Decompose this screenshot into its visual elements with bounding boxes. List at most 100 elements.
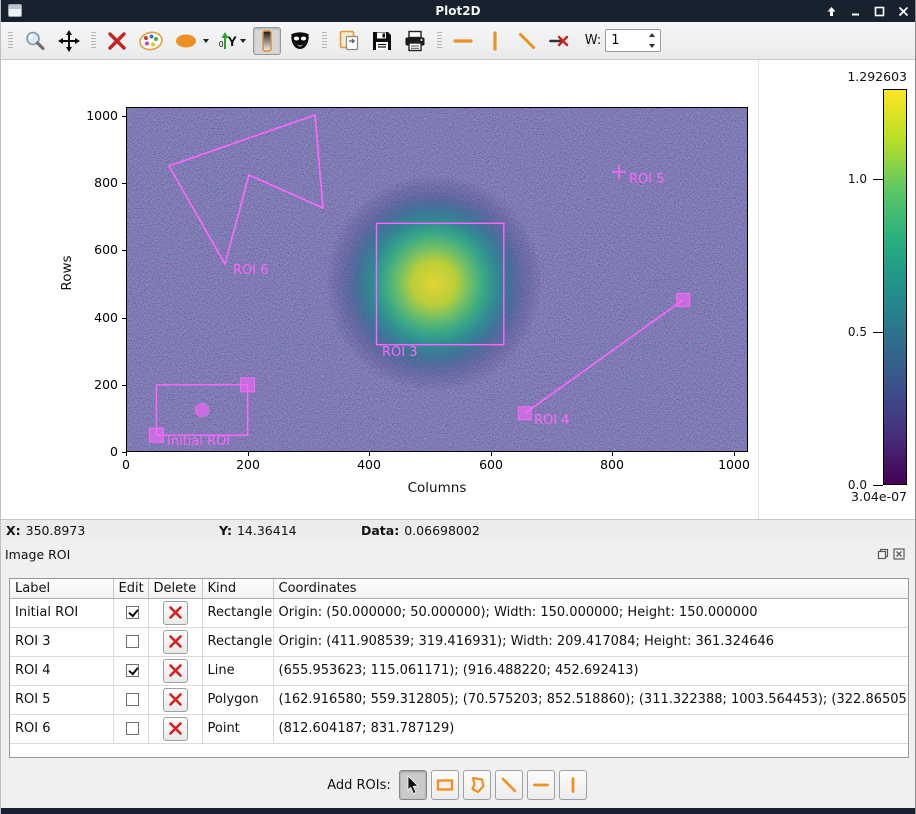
vertical-profile-button[interactable] [481,27,509,55]
y-tick [122,318,126,319]
spin-up-icon[interactable] [646,30,658,40]
zoom-mode-button[interactable] [20,27,50,55]
header-kind[interactable]: Kind [202,579,273,598]
aggregation-icon [174,32,200,50]
aggregation-mode-button[interactable] [171,27,212,55]
roi-table[interactable]: Label Edit Delete Kind Coordinates Initi… [9,578,909,758]
add-polygon-roi-button[interactable] [463,770,491,800]
plot2d-window: Plot2D [0,0,916,814]
delete-button[interactable] [163,688,188,712]
header-edit[interactable]: Edit [113,579,148,598]
toolbar-grip[interactable] [91,32,96,50]
edit-checkbox[interactable] [126,606,139,619]
colorbar-toggle-button[interactable] [253,27,281,55]
roi-handle[interactable] [241,378,255,392]
title-bar[interactable]: Plot2D [1,0,915,22]
delete-button[interactable] [163,601,188,625]
edit-checkbox[interactable] [126,693,139,706]
edit-checkbox[interactable] [126,664,139,677]
roi-label-cell[interactable]: ROI 5 [10,685,113,714]
y-tick-label: 600 [73,242,118,257]
roi-handle[interactable] [518,407,531,420]
header-label[interactable]: Label [10,579,113,598]
copy-to-clipboard-button[interactable] [334,27,364,55]
table-row[interactable]: Initial ROI Rectangle Origin: (50.000000… [10,598,909,627]
delete-x-icon [168,663,183,678]
dock-close-button[interactable] [893,548,905,560]
image-roi-dock-body: Label Edit Delete Kind Coordinates Initi… [1,567,915,810]
y-tick [122,183,126,184]
table-row[interactable]: ROI 6 Point (812.604187; 831.787129) [10,714,909,743]
delete-cell [148,598,202,627]
toolbar-grip[interactable] [322,32,327,50]
dock-float-button[interactable] [877,548,889,560]
colorbar[interactable] [883,89,907,485]
table-row[interactable]: ROI 4 Line (655.953623; 115.061171); (91… [10,656,909,685]
spin-down-icon[interactable] [646,41,658,51]
header-delete[interactable]: Delete [148,579,202,598]
y-position-label: Y: [219,523,232,538]
profile-width-spinbox[interactable] [605,29,661,52]
roi-handle[interactable] [677,293,690,306]
save-button[interactable] [368,27,396,55]
clear-profile-icon [548,30,572,52]
dock-close-icon [893,548,905,560]
shade-button[interactable] [825,5,837,17]
minimize-button[interactable] [849,5,861,17]
roi-kind-cell: Line [202,656,273,685]
add-line-roi-button[interactable] [495,770,523,800]
toolbar-grip[interactable] [437,32,442,50]
roi-kind-cell: Rectangle [202,598,273,627]
y-axis-orientation-button[interactable]: 0 Y [216,27,249,55]
add-vertical-line-roi-button[interactable] [559,770,587,800]
dock-title: Image ROI [5,547,70,562]
print-icon [403,30,427,52]
maximize-button[interactable] [873,5,885,17]
toolbar-grip[interactable] [8,32,13,50]
table-row[interactable]: ROI 5 Polygon (162.916580; 559.312805); … [10,685,909,714]
profile-width-input[interactable] [606,30,646,51]
plot-canvas[interactable]: ROI 6 ROI 3 Initial ROI ROI 4 [126,107,748,452]
edit-checkbox[interactable] [126,635,139,648]
mask-tools-button[interactable] [285,27,315,55]
delete-button[interactable] [163,659,188,683]
print-button[interactable] [400,27,430,55]
close-button[interactable] [897,5,909,17]
free-line-profile-button[interactable] [513,27,541,55]
add-horizontal-line-roi-button[interactable] [527,770,555,800]
roi-handle[interactable] [149,428,163,442]
colorbar-tick-label: 0.5 [827,325,867,339]
clear-profile-button[interactable] [545,27,575,55]
roi-label-cell[interactable]: ROI 3 [10,627,113,656]
header-coordinates[interactable]: Coordinates [273,579,909,598]
dropdown-caret-icon [203,39,209,43]
image-roi-dock-header[interactable]: Image ROI [1,541,915,567]
pan-mode-button[interactable] [54,27,84,55]
line-roi-icon [499,775,519,795]
delete-button[interactable] [163,717,188,741]
mask-icon [288,29,312,53]
select-mode-button[interactable] [399,770,427,800]
window-icon [8,4,22,17]
roi-label-cell[interactable]: ROI 6 [10,714,113,743]
roi-label-cell[interactable]: ROI 4 [10,656,113,685]
free-line-profile-icon [516,30,538,52]
y-tick [122,385,126,386]
image-noise-overlay [126,107,748,452]
delete-cell [148,627,202,656]
rectangle-roi-icon [435,776,455,794]
x-position-value: 350.8973 [26,523,86,538]
roi-coordinates-cell: (812.604187; 831.787129) [273,714,909,743]
add-rectangle-roi-button[interactable] [431,770,459,800]
colormap-button[interactable] [135,27,167,55]
table-row[interactable]: ROI 3 Rectangle Origin: (411.908539; 319… [10,627,909,656]
delete-button[interactable] [163,630,188,654]
profile-width-label: W: [585,33,601,48]
horizontal-profile-button[interactable] [449,27,477,55]
colorbar-tick-label: 0.0 [827,478,867,492]
roi-center-handle[interactable] [195,403,210,418]
edit-cell [113,685,148,714]
roi-label-cell[interactable]: Initial ROI [10,598,113,627]
edit-checkbox[interactable] [126,722,139,735]
reset-zoom-button[interactable] [103,27,131,55]
